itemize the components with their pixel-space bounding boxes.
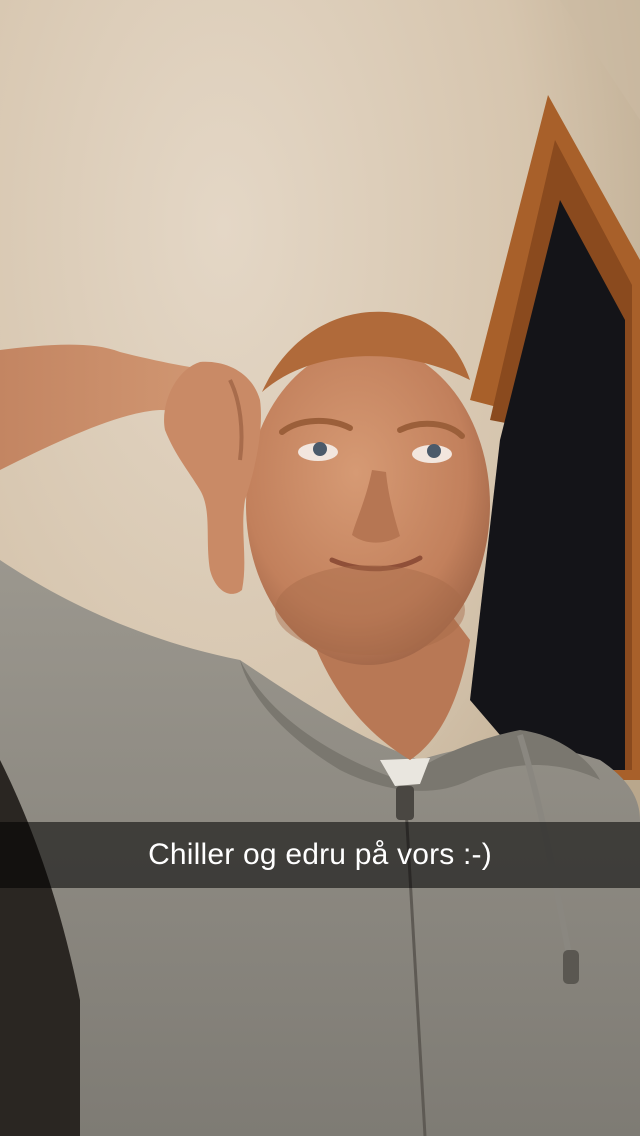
right-iris	[427, 444, 441, 458]
jaw-shade	[275, 565, 465, 655]
zipper-pull	[396, 786, 414, 820]
snap-view[interactable]: Chiller og edru på vors :-)	[0, 0, 640, 1136]
caption-bar[interactable]: Chiller og edru på vors :-)	[0, 822, 640, 888]
selfie-photo	[0, 0, 640, 1136]
caption-text: Chiller og edru på vors :-)	[148, 838, 492, 871]
left-iris	[313, 442, 327, 456]
drawstring-tip	[563, 950, 579, 984]
